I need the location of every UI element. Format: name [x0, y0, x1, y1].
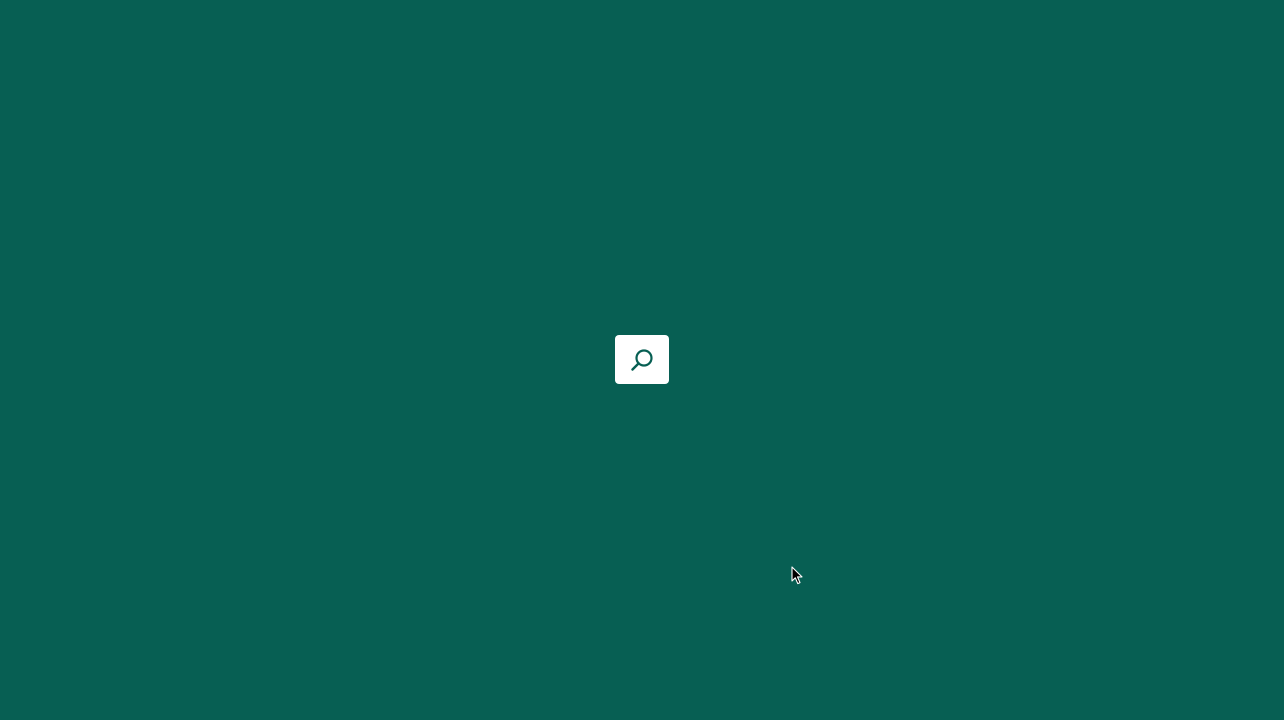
search-icon [629, 347, 655, 373]
arrow-cursor-icon [791, 566, 804, 585]
desktop-background [0, 0, 1284, 720]
search-button[interactable] [615, 335, 669, 384]
